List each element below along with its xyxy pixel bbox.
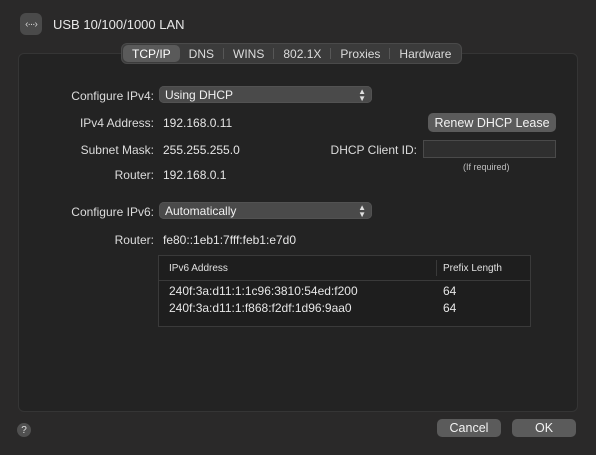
table-row[interactable]: 240f:3a:d11:1:1c96:3810:54ed:f200 64 (159, 282, 530, 300)
ipv6-address-cell: 240f:3a:d11:1:1c96:3810:54ed:f200 (169, 284, 358, 298)
network-ethernet-icon: ‹···› (20, 13, 42, 35)
ipv6-router-label: Router: (114, 233, 154, 247)
configure-ipv4-select[interactable]: Using DHCP ▲ ▼ (159, 86, 372, 103)
router-value: 192.168.0.1 (163, 168, 227, 182)
help-button[interactable]: ? (17, 423, 31, 437)
renew-dhcp-lease-button[interactable]: Renew DHCP Lease (428, 113, 556, 132)
tab-802-1x[interactable]: 802.1X (274, 45, 330, 62)
configure-ipv6-value: Automatically (165, 203, 237, 218)
configure-ipv4-value: Using DHCP (165, 87, 234, 102)
column-header-ipv6-address[interactable]: IPv6 Address (169, 263, 228, 274)
chevron-updown-icon: ▲ ▼ (358, 86, 366, 103)
dhcp-client-id-field[interactable] (423, 140, 556, 158)
tab-dns[interactable]: DNS (180, 45, 223, 62)
ipv6-address-cell: 240f:3a:d11:1:f868:f2df:1d96:9aa0 (169, 301, 352, 315)
ipv6-address-table: IPv6 Address Prefix Length 240f:3a:d11:1… (158, 255, 531, 327)
configure-ipv6-select[interactable]: Automatically ▲ ▼ (159, 202, 372, 219)
prefix-length-cell: 64 (443, 284, 457, 298)
cancel-button[interactable]: Cancel (437, 419, 501, 437)
dhcp-client-id-label: DHCP Client ID: (330, 143, 417, 157)
tab-tcp-ip[interactable]: TCP/IP (123, 45, 180, 62)
client-id-hint: (If required) (463, 162, 510, 172)
table-header: IPv6 Address Prefix Length (159, 256, 530, 281)
ipv4-address-label: IPv4 Address: (79, 116, 154, 130)
table-row[interactable]: 240f:3a:d11:1:f868:f2df:1d96:9aa0 64 (159, 299, 530, 317)
ipv6-router-value: fe80::1eb1:7fff:feb1:e7d0 (163, 233, 297, 247)
subnet-mask-value: 255.255.255.0 (163, 143, 240, 157)
subnet-mask-label: Subnet Mask: (80, 143, 154, 157)
chevron-updown-icon: ▲ ▼ (358, 202, 366, 219)
column-divider (436, 260, 437, 276)
tab-hardware[interactable]: Hardware (390, 45, 460, 62)
ok-button[interactable]: OK (512, 419, 576, 437)
tab-bar: TCP/IP DNS WINS 802.1X Proxies Hardware (121, 43, 463, 64)
ipv4-address-value: 192.168.0.11 (163, 116, 233, 130)
configure-ipv6-label: Configure IPv6: (71, 205, 154, 219)
window-title: USB 10/100/1000 LAN (53, 17, 185, 32)
router-label: Router: (114, 168, 154, 182)
prefix-length-cell: 64 (443, 301, 457, 315)
tab-wins[interactable]: WINS (224, 45, 273, 62)
column-header-prefix-length[interactable]: Prefix Length (443, 263, 502, 274)
tab-proxies[interactable]: Proxies (331, 45, 389, 62)
configure-ipv4-label: Configure IPv4: (71, 89, 154, 103)
